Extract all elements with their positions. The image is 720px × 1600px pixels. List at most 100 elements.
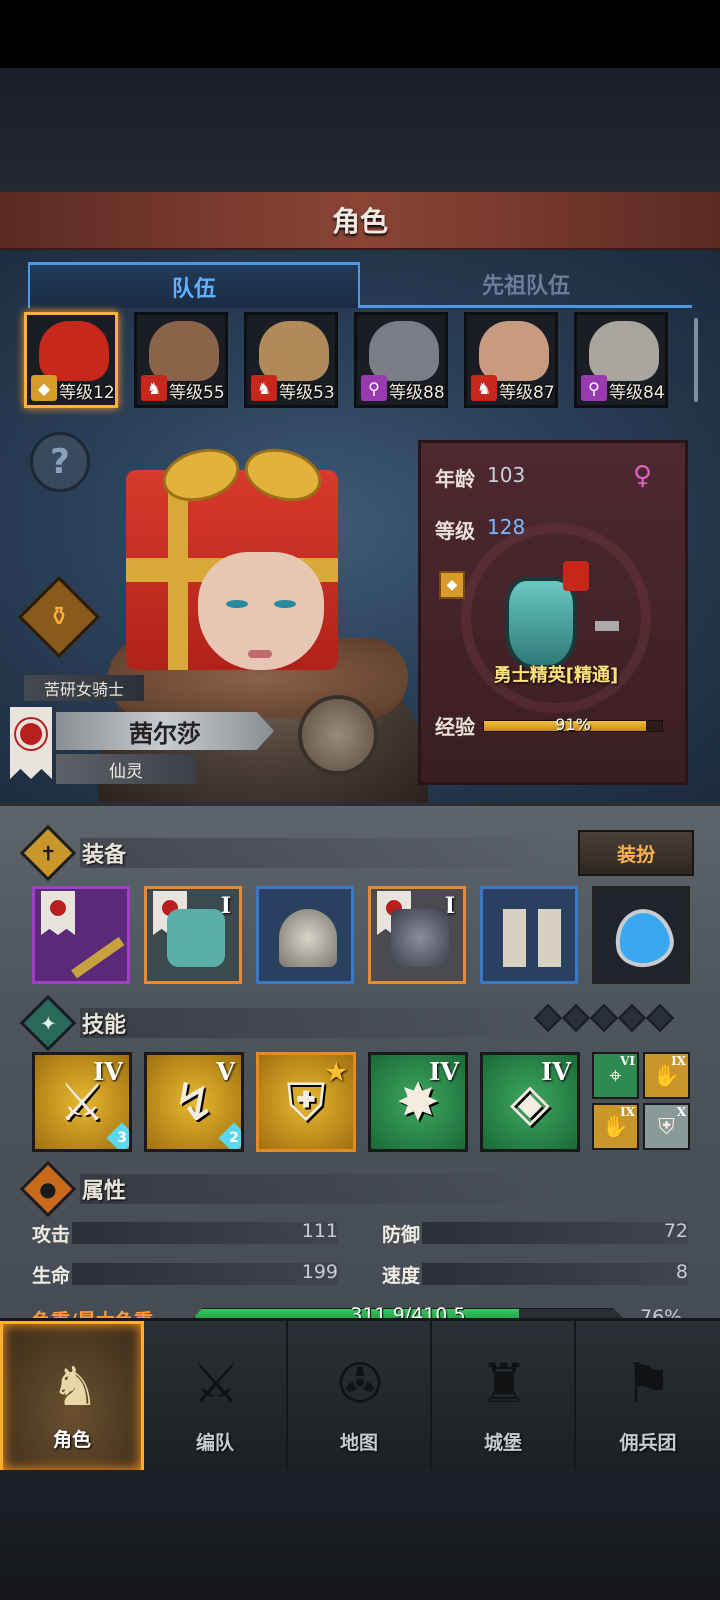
top-background: [0, 68, 720, 192]
shield-icon: [167, 909, 225, 967]
skill-level-badge: 3: [106, 1122, 129, 1149]
roster-portrait-6[interactable]: ⚲ 等级84: [574, 312, 668, 408]
roster-portrait-3[interactable]: ♞ 等级53: [244, 312, 338, 408]
small-skill-2[interactable]: IX ✋: [643, 1052, 690, 1099]
exp-row: 经验 91%: [435, 711, 663, 740]
portrait-face: [39, 321, 109, 381]
stat-label: 攻击: [32, 1224, 71, 1246]
roster-portrait-2[interactable]: ♞ 等级55: [134, 312, 228, 408]
nav-map[interactable]: ✇ 地图: [288, 1321, 432, 1473]
skill-5[interactable]: IV ◈: [480, 1052, 580, 1152]
nav-label: 角色: [52, 1429, 91, 1451]
castle-icon: ♜: [479, 1351, 529, 1415]
bottom-background: [0, 1470, 720, 1600]
title-bar: 角色: [0, 192, 720, 250]
small-skill-4[interactable]: X ⛨: [643, 1103, 690, 1150]
empty-diamond-icon: [561, 1003, 591, 1033]
equip-slot-helmet[interactable]: [256, 886, 354, 984]
skill-level-badge: 2: [218, 1122, 241, 1149]
empty-diamond-icon: [533, 1003, 563, 1033]
stat-hp: 生命 199: [32, 1261, 338, 1287]
age-label: 年龄: [435, 467, 475, 491]
exp-value: 91%: [555, 714, 591, 734]
skill-3[interactable]: ★ ⛨: [256, 1052, 356, 1152]
portrait-level: 等级53: [279, 383, 335, 403]
stat-speed: 速度 8: [382, 1261, 688, 1287]
hero-class: 苦研女骑士: [24, 675, 144, 701]
roster-portrait-4[interactable]: ⚲ 等级88: [354, 312, 448, 408]
hero-eye: [274, 600, 296, 608]
small-skill-3[interactable]: IX ✋: [592, 1103, 639, 1150]
knight-icon: ♞: [50, 1354, 100, 1418]
hero-lips: [248, 650, 272, 658]
compass-icon: ✇: [337, 1351, 383, 1415]
attributes-title: 属性: [82, 1179, 127, 1204]
page-title: 角色: [331, 205, 388, 238]
portrait-face: [149, 321, 219, 381]
level-label: 等级: [435, 519, 475, 543]
skill-4[interactable]: IV ✸: [368, 1052, 468, 1152]
helmet-icon: [279, 909, 337, 967]
nav-character[interactable]: ♞ 角色: [0, 1321, 144, 1473]
level-row: 等级 128: [435, 515, 525, 544]
skill-1[interactable]: IV ⚔ 3: [32, 1052, 132, 1152]
boots-icon: [503, 909, 561, 967]
section-underline: [80, 1008, 560, 1038]
gauntlet-icon: ✋: [601, 1115, 630, 1140]
dress-up-button[interactable]: 装扮: [578, 830, 694, 876]
equip-slot-armor[interactable]: I: [368, 886, 466, 984]
portrait-level: 等级128: [59, 383, 115, 403]
rank-title: 勇士精英[精通]: [493, 665, 619, 686]
stat-defense: 防御 72: [382, 1220, 688, 1246]
level-value: 128: [487, 515, 526, 539]
attributes-header: ● 属性: [19, 1160, 127, 1218]
gauntlet-icon: ✋: [652, 1064, 681, 1089]
tab-team[interactable]: 队伍: [28, 262, 360, 308]
person-icon: ●: [19, 1160, 77, 1218]
empty-diamond-icon: [589, 1003, 619, 1033]
nav-castle[interactable]: ♜ 城堡: [432, 1321, 576, 1473]
hero-name[interactable]: 茜尔莎: [56, 712, 274, 750]
stat-label: 速度: [382, 1265, 421, 1287]
roster-portrait-1[interactable]: ◆ 等级128: [24, 312, 118, 408]
roster-portrait-5[interactable]: ♞ 等级87: [464, 312, 558, 408]
nav-formation[interactable]: ⚔ 编队: [144, 1321, 288, 1473]
cross-icon: ✝: [19, 824, 77, 882]
portrait-level: 等级87: [499, 383, 555, 403]
nav-mercenary[interactable]: ⚑ 佣兵团: [576, 1321, 720, 1473]
gift-bow: [162, 444, 322, 500]
small-skill-1[interactable]: VI ⌖: [592, 1052, 639, 1099]
equip-slot-boots[interactable]: [480, 886, 578, 984]
roster-scrollbar[interactable]: [694, 318, 698, 402]
equip-slot-amulet[interactable]: [592, 886, 690, 984]
holy-shield-icon: ⛨: [658, 1115, 675, 1140]
bottom-nav: ♞ 角色 ⚔ 编队 ✇ 地图 ♜ 城堡 ⚑ 佣兵团: [0, 1318, 720, 1473]
portrait-level: 等级88: [389, 383, 445, 403]
empty-diamond-icon: [645, 1003, 675, 1033]
help-button[interactable]: ?: [30, 432, 90, 492]
potion-icon: ⚱: [48, 602, 70, 632]
nav-label: 地图: [339, 1432, 378, 1454]
skills-header: ✦ 技能: [19, 994, 127, 1052]
nav-label: 城堡: [483, 1432, 522, 1454]
equipment-header: ✝ 装备: [19, 824, 126, 882]
staff-icon: ⚲: [581, 375, 607, 401]
equip-slot-weapon[interactable]: [32, 886, 130, 984]
portrait-face: [369, 321, 439, 381]
horse-icon: ♞: [471, 375, 497, 401]
rank-icon: ◆: [439, 571, 465, 599]
skills-title: 技能: [82, 1013, 127, 1038]
portrait-face: [479, 321, 549, 381]
team-tabs: 队伍 先祖队伍: [28, 262, 692, 308]
equip-slot-shield[interactable]: I: [144, 886, 242, 984]
spear-burst-icon: ↯: [172, 1073, 216, 1133]
hero-race: 仙灵: [56, 754, 196, 784]
stat-value: 72: [663, 1220, 688, 1242]
age-value: 103: [487, 463, 526, 487]
amulet-icon: [610, 904, 678, 972]
tab-ancestor-team[interactable]: 先祖队伍: [360, 262, 692, 308]
section-underline: [80, 1174, 560, 1204]
question-icon: ?: [50, 442, 70, 482]
stat-value: 199: [301, 1261, 338, 1283]
skill-2[interactable]: V ↯ 2: [144, 1052, 244, 1152]
